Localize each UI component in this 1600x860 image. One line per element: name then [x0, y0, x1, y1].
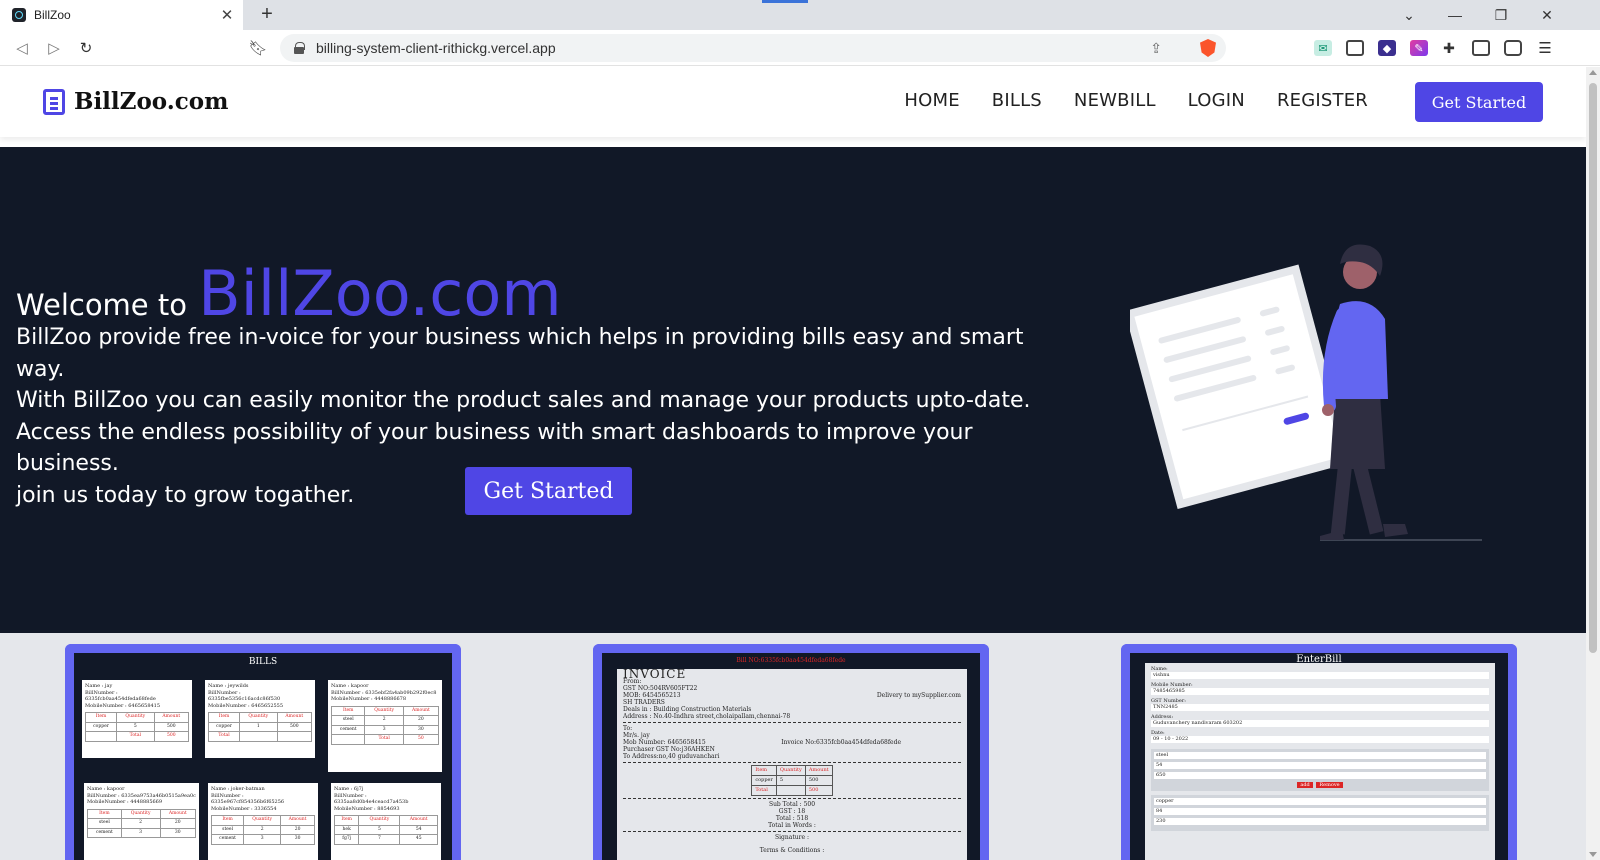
menu-icon[interactable]: ☰: [1536, 40, 1554, 57]
hero-get-started-button[interactable]: Get Started: [465, 467, 632, 515]
scroll-down-icon[interactable]: [1589, 852, 1597, 857]
nav-newbill[interactable]: NEWBILL: [1074, 90, 1156, 111]
site-header: BillZoo.com HOME BILLS NEWBILL LOGIN REG…: [0, 67, 1586, 137]
header-get-started-button[interactable]: Get Started: [1415, 82, 1543, 122]
screenshots-showcase: BILLS Name : jay BillNumber : 6335fcb0aa…: [0, 633, 1586, 860]
welcome-brand: BillZoo.com: [198, 257, 562, 330]
brave-shield-icon[interactable]: [1200, 39, 1216, 57]
address-bar[interactable]: billing-system-client-rithickg.vercel.ap…: [280, 34, 1226, 62]
browser-tab-bar: BillZoo ✕ + ⌄ — ❐ ✕: [0, 0, 1600, 30]
welcome-heading: Welcome to BillZoo.com: [16, 257, 562, 330]
react-favicon-icon: [12, 8, 26, 22]
main-nav: HOME BILLS NEWBILL LOGIN REGISTER: [904, 90, 1368, 111]
bill-summary: Name : joker-batman BillNumber : 6335e96…: [208, 783, 318, 860]
tab-search-icon[interactable]: ⌄: [1386, 0, 1432, 30]
wallet-icon[interactable]: [1504, 40, 1522, 56]
hero-section: Welcome to BillZoo.com BillZoo provide f…: [0, 147, 1586, 633]
bill-summary: Name : 6j7j BillNumber : 6335aa8d0b4e4ce…: [331, 783, 441, 860]
nav-login[interactable]: LOGIN: [1188, 90, 1245, 111]
back-icon[interactable]: ◁: [10, 36, 34, 60]
url-text: billing-system-client-rithickg.vercel.ap…: [316, 40, 556, 56]
enter-bill-preview-card: EnterBill Name: vishnu Mobile Number: 74…: [1121, 644, 1517, 860]
browser-tab[interactable]: BillZoo ✕: [0, 0, 243, 30]
bill-summary: Name : kapoor BillNumber : 6335ebf2fa4ab…: [328, 680, 442, 772]
tab-strip-accent: [762, 0, 808, 3]
logo-text: BillZoo.com: [74, 88, 229, 115]
invoice-bill-number: Bill NO:6335fcb0aa454dfeda68fede: [736, 657, 846, 664]
invoice-preview-card: Bill NO:6335fcb0aa454dfeda68fede INVOICE…: [593, 644, 989, 860]
new-tab-icon[interactable]: +: [255, 3, 279, 26]
person-holding-document-illustration: [1130, 244, 1482, 541]
hero-line: With BillZoo you can easily monitor the …: [16, 388, 1031, 413]
lock-icon: [294, 42, 305, 54]
extensions-puzzle-icon[interactable]: ✚: [1440, 40, 1458, 56]
bill-summary: Name : kapoor BillNumber : 6335ea9753a46…: [84, 783, 199, 860]
enter-bill-form: Name: vishnu Mobile Number: 7485465985 G…: [1145, 663, 1495, 860]
invoice-document: INVOICE From: GST NO:504RV605FT22 MOB: 6…: [617, 668, 967, 860]
close-window-icon[interactable]: ✕: [1524, 0, 1570, 30]
picture-in-picture-icon[interactable]: [1346, 40, 1364, 56]
bill-summary: Name : jeywilds BillNumber : 6335fbe5356…: [205, 680, 315, 758]
extension-app-icon[interactable]: ✎: [1410, 40, 1428, 56]
bill-summary: Name : jay BillNumber : 6335fcb0aa454dfe…: [82, 680, 192, 758]
sidebar-icon[interactable]: [1472, 40, 1490, 56]
share-icon[interactable]: ⇪: [1150, 40, 1162, 57]
minimize-icon[interactable]: —: [1432, 0, 1478, 30]
document-logo-icon: [43, 88, 65, 115]
close-tab-icon[interactable]: ✕: [217, 6, 237, 24]
browser-toolbar: ◁ ▷ ↻ 🔖︎ billing-system-client-rithickg.…: [0, 30, 1600, 66]
bookmark-icon[interactable]: 🔖︎: [246, 36, 270, 60]
restore-icon[interactable]: ❐: [1478, 0, 1524, 30]
bills-preview-card: BILLS Name : jay BillNumber : 6335fcb0aa…: [65, 644, 461, 860]
nav-bills[interactable]: BILLS: [992, 90, 1042, 111]
logo[interactable]: BillZoo.com: [43, 88, 228, 115]
page-scrollbar[interactable]: [1586, 67, 1600, 860]
extension-badge-icon[interactable]: ◆: [1378, 40, 1396, 56]
tab-title: BillZoo: [34, 8, 71, 22]
scrollbar-thumb[interactable]: [1589, 83, 1597, 653]
hero-line: BillZoo provide free in-voice for your b…: [16, 325, 1024, 382]
nav-home[interactable]: HOME: [904, 90, 959, 111]
scroll-up-icon[interactable]: [1589, 70, 1597, 75]
welcome-prefix: Welcome to: [16, 288, 187, 322]
web-page: BillZoo.com HOME BILLS NEWBILL LOGIN REG…: [0, 67, 1586, 860]
reload-icon[interactable]: ↻: [74, 36, 98, 60]
extension-mail-icon[interactable]: ✉: [1314, 40, 1332, 56]
forward-icon[interactable]: ▷: [42, 36, 66, 60]
bills-card-title: BILLS: [248, 657, 278, 667]
nav-register[interactable]: REGISTER: [1277, 90, 1368, 111]
